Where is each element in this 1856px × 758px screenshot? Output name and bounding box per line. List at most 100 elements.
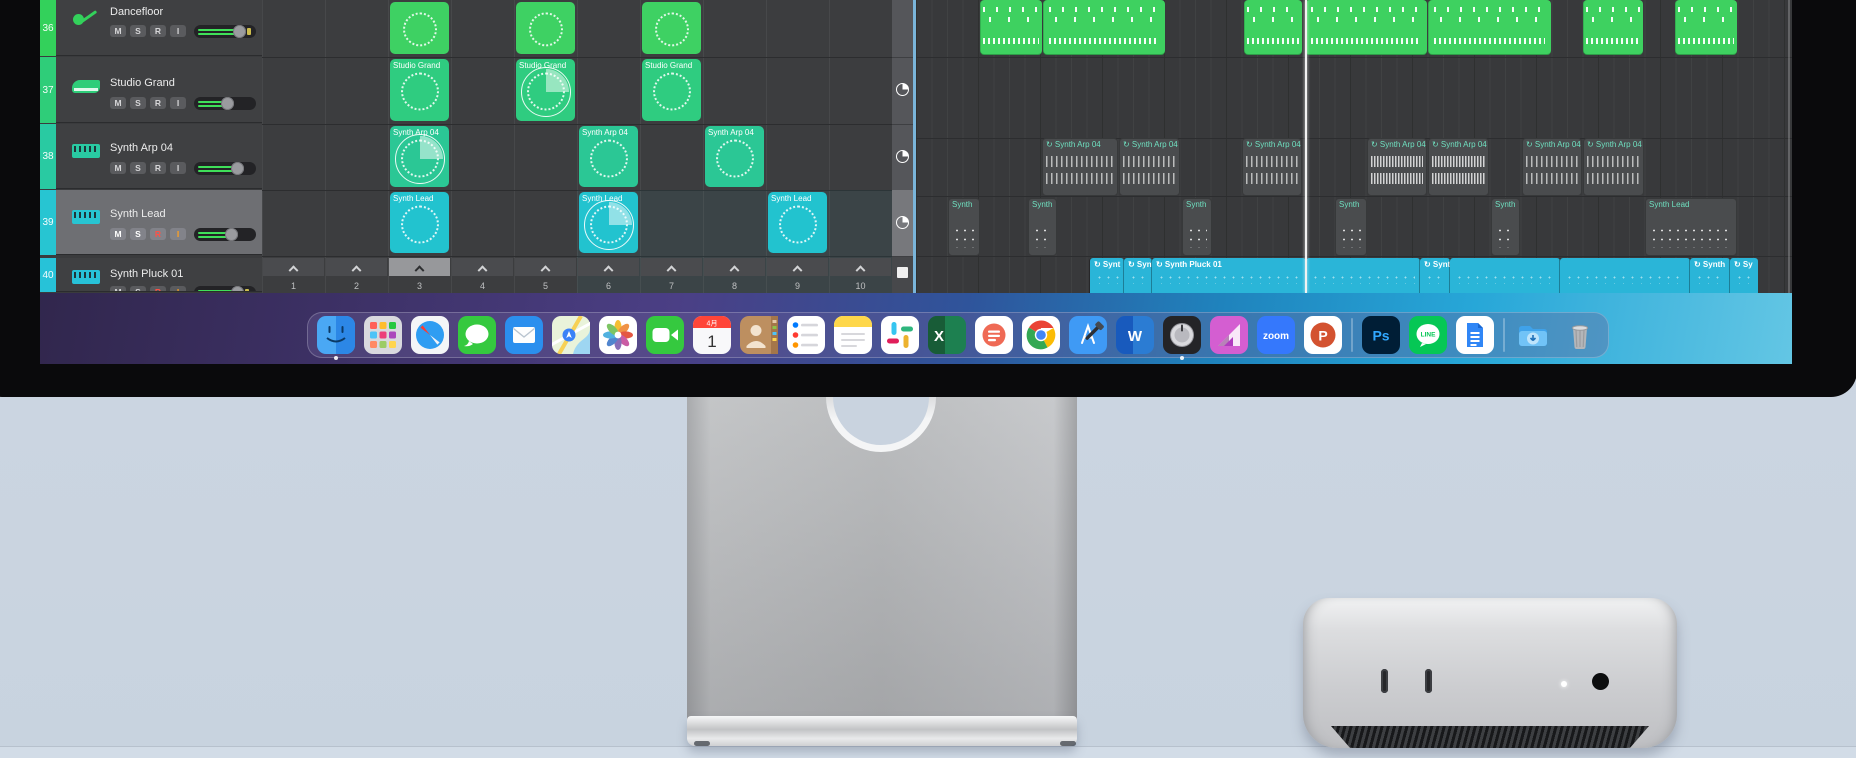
track-input-button[interactable]: I [170,25,186,37]
green-region[interactable] [1583,0,1643,55]
arp-region[interactable]: ↻ Synth Arp 04 [1119,138,1180,196]
volume-thumb[interactable] [233,25,246,38]
track-header-synth-pluck-01[interactable]: Synth Pluck 01 M S R I [56,258,262,292]
arp-region[interactable]: ↻ Synth Arp 04 [1367,138,1427,196]
track-mute-button[interactable]: M [110,286,126,291]
green-region[interactable] [1675,0,1737,55]
cyan-region[interactable]: ↻ Synth Pluck 01 [1152,258,1306,293]
dock-lineapp-icon[interactable]: LINE [1409,316,1447,354]
volume-thumb[interactable] [221,97,234,110]
loop-cell-track39-col3[interactable]: Synth Lead [390,192,449,253]
cyan-region[interactable] [1450,258,1560,293]
cyan-region[interactable] [1306,258,1420,293]
dock-maps-icon[interactable] [552,316,590,354]
track-input-button[interactable]: I [170,228,186,240]
track-mute-button[interactable]: M [110,228,126,240]
loop-cell-track36-col3[interactable] [390,2,449,54]
loop-cell-track37-col5[interactable]: Studio Grand [516,59,575,121]
track-solo-button[interactable]: S [130,228,146,240]
synth-region[interactable]: Synth Lead [1645,198,1737,256]
loop-cell-track36-col5[interactable] [516,2,575,54]
stop-square-button[interactable] [897,267,908,278]
dock-excel-icon[interactable]: X [928,316,966,354]
dock-affinity-icon[interactable] [1210,316,1248,354]
dock-launchpad-icon[interactable] [364,316,402,354]
dock-gdocs-icon[interactable] [1456,316,1494,354]
volume-slider[interactable] [194,228,256,241]
dock-word-icon[interactable]: W [1116,316,1154,354]
synth-region[interactable]: Synth [1335,198,1367,256]
loop-cell-track39-col9[interactable]: Synth Lead [768,192,827,253]
volume-slider[interactable] [194,97,256,110]
track-solo-button[interactable]: S [130,25,146,37]
dock-logic-icon[interactable] [1163,316,1201,360]
loop-cell-track37-col7[interactable]: Studio Grand [642,59,701,121]
track-mute-button[interactable]: M [110,97,126,109]
arp-region[interactable]: ↻ Synth Arp 04 [1428,138,1489,196]
track-input-button[interactable]: I [170,286,186,291]
dock-chatapp-icon[interactable] [975,316,1013,354]
arp-region[interactable]: ↻ Synth Arp 04 [1042,138,1118,196]
cyan-region[interactable]: ↻ Synth [1690,258,1730,293]
dock-downloads-icon[interactable] [1514,316,1552,354]
cyan-region[interactable]: ↻ Synt [1124,258,1152,293]
volume-thumb[interactable] [225,228,238,241]
volume-slider[interactable] [194,286,256,291]
grid-trigger-column-2[interactable] [326,258,387,276]
synth-region[interactable]: Synth [1182,198,1212,256]
green-region[interactable] [1244,0,1302,55]
volume-slider[interactable] [194,162,256,175]
grid-trigger-column-3[interactable] [389,258,450,276]
dock-trash-icon[interactable] [1561,316,1599,354]
dock-finder-icon[interactable] [317,316,355,360]
track-mute-button[interactable]: M [110,162,126,174]
track-mute-button[interactable]: M [110,25,126,37]
green-region[interactable] [1043,0,1165,55]
dock-notes-icon[interactable] [834,316,872,354]
dock-reminders-icon[interactable] [787,316,825,354]
track-record-button[interactable]: R [150,228,166,240]
dock-zoomapp-icon[interactable]: zoom [1257,316,1295,354]
track-input-button[interactable]: I [170,162,186,174]
playhead[interactable] [1305,0,1307,293]
loop-cell-track37-col3[interactable]: Studio Grand [390,59,449,121]
cyan-region[interactable]: ↻ Synt [1090,258,1124,293]
loop-cell-track38-col6[interactable]: Synth Arp 04 [579,126,638,187]
cyan-region[interactable]: ↻ Sy [1730,258,1758,293]
track-input-button[interactable]: I [170,97,186,109]
grid-trigger-column-1[interactable] [263,258,324,276]
dock-photoshop-icon[interactable]: Ps [1362,316,1400,354]
grid-trigger-column-8[interactable] [704,258,765,276]
green-region[interactable] [1305,0,1427,55]
track-solo-button[interactable]: S [130,286,146,291]
loop-cell-track38-col3[interactable]: Synth Arp 04 [390,126,449,187]
dock-contacts-icon[interactable] [740,316,778,354]
track-record-button[interactable]: R [150,97,166,109]
synth-region[interactable]: Synth [948,198,980,256]
dock-safari-icon[interactable] [411,316,449,354]
dock-messages-icon[interactable] [458,316,496,354]
loop-cell-track36-col7[interactable] [642,2,701,54]
loop-cell-track38-col8[interactable]: Synth Arp 04 [705,126,764,187]
grid-trigger-column-10[interactable] [830,258,891,276]
volume-slider[interactable] [194,25,256,38]
dock-slack-icon[interactable] [881,316,919,354]
track-header-synth-arp-04[interactable]: Synth Arp 04 M S R I [56,124,262,189]
loop-cell-track39-col6[interactable]: Synth Lead [579,192,638,253]
dock-chrome-icon[interactable] [1022,316,1060,354]
track-header-dancefloor[interactable]: Dancefloor M S R I [56,0,262,56]
grid-trigger-column-4[interactable] [452,258,513,276]
dock-mail-icon[interactable] [505,316,543,354]
track-record-button[interactable]: R [150,286,166,291]
cyan-region[interactable] [1560,258,1690,293]
grid-trigger-column-9[interactable] [767,258,828,276]
track-header-studio-grand[interactable]: Studio Grand M S R I [56,57,262,123]
arp-region[interactable]: ↻ Synth Arp 04 [1522,138,1582,196]
grid-trigger-column-7[interactable] [641,258,702,276]
green-region[interactable] [1428,0,1551,55]
dock-xcode-icon[interactable] [1069,316,1107,354]
track-solo-button[interactable]: S [130,162,146,174]
volume-thumb[interactable] [231,162,244,175]
grid-trigger-column-5[interactable] [515,258,576,276]
synth-region[interactable]: Synth [1491,198,1520,256]
